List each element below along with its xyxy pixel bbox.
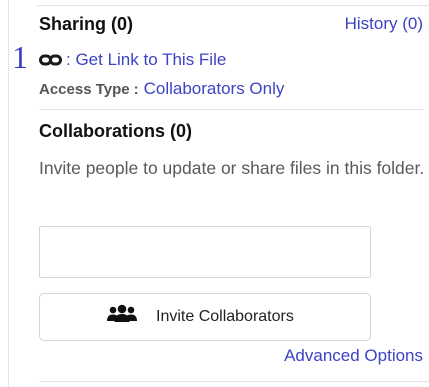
group-icon bbox=[107, 304, 137, 322]
collaborations-description: Invite people to update or share files i… bbox=[39, 158, 425, 178]
access-type-label: Access Type bbox=[39, 80, 130, 98]
history-link[interactable]: History (0) bbox=[345, 13, 423, 35]
section-divider bbox=[39, 109, 424, 110]
get-link-prefix: : bbox=[66, 50, 76, 69]
bottom-divider bbox=[39, 381, 429, 382]
access-type-separator: : bbox=[133, 80, 139, 98]
access-type-value[interactable]: Collaborators Only bbox=[144, 79, 285, 99]
invite-collaborators-button[interactable]: Invite Collaborators bbox=[39, 293, 371, 341]
access-type-row: Access Type : Collaborators Only bbox=[39, 78, 284, 100]
get-link-row[interactable]: : Get Link to This File bbox=[39, 49, 226, 71]
get-link-label[interactable]: Get Link to This File bbox=[75, 50, 226, 70]
link-icon bbox=[39, 54, 62, 66]
invite-collaborators-label: Invite Collaborators bbox=[156, 308, 294, 325]
panel-left-border bbox=[8, 0, 9, 387]
sharing-title: Sharing (0) bbox=[39, 14, 134, 34]
invite-people-input[interactable] bbox=[39, 226, 371, 278]
panel-top-divider bbox=[37, 5, 429, 6]
sharing-header: Sharing (0) History (0) bbox=[39, 13, 425, 35]
collaborations-title: Collaborations (0) bbox=[39, 121, 193, 141]
advanced-options-link[interactable]: Advanced Options bbox=[284, 345, 423, 367]
annotation-number: 1 bbox=[12, 39, 28, 75]
